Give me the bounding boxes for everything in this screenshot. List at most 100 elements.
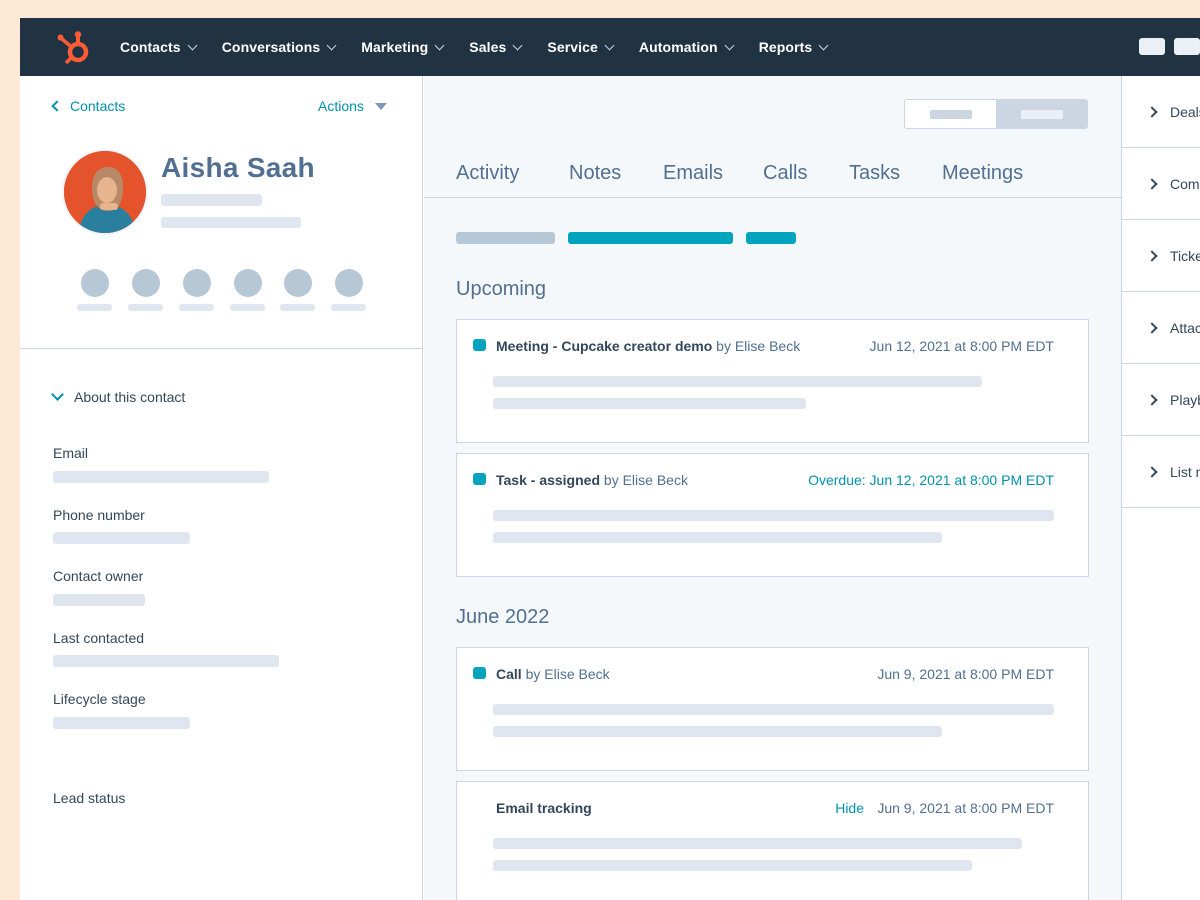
contact-detail-placeholder bbox=[161, 217, 301, 228]
view-toggle-option-selected[interactable] bbox=[996, 100, 1087, 128]
card-date: Jun 9, 2021 at 8:00 PM EDT bbox=[877, 666, 1054, 682]
sidebar-item-label: Attachments bbox=[1170, 319, 1200, 336]
task-icon bbox=[473, 473, 486, 485]
hide-link[interactable]: Hide bbox=[835, 800, 864, 816]
card-date: Jun 12, 2021 at 8:00 PM EDT bbox=[869, 338, 1054, 354]
sidebar-item-label: Playbooks bbox=[1170, 391, 1200, 408]
quick-action-button[interactable] bbox=[81, 269, 109, 297]
back-to-contacts-link[interactable]: Contacts bbox=[51, 98, 126, 114]
quick-action-label-placeholder bbox=[331, 304, 366, 311]
timeline-card-email-tracking[interactable]: Email tracking Hide Jun 9, 2021 at 8:00 … bbox=[456, 781, 1089, 900]
card-body-placeholder bbox=[493, 532, 942, 543]
sidebar-item-list-memberships[interactable]: List memberships bbox=[1122, 436, 1200, 508]
nav-conversations[interactable]: Conversations bbox=[222, 39, 337, 55]
quick-action-label-placeholder bbox=[179, 304, 214, 311]
nav-utility-button[interactable] bbox=[1139, 38, 1165, 55]
card-date: Jun 9, 2021 at 8:00 PM EDT bbox=[877, 800, 1054, 816]
nav-reports[interactable]: Reports bbox=[758, 39, 829, 55]
owner-value-placeholder[interactable] bbox=[53, 594, 145, 606]
nav-service[interactable]: Service bbox=[547, 39, 615, 55]
actions-dropdown[interactable]: Actions bbox=[318, 98, 387, 114]
nav-marketing[interactable]: Marketing bbox=[361, 39, 445, 55]
filter-chip-placeholder[interactable] bbox=[456, 232, 555, 244]
tab-notes[interactable]: Notes bbox=[569, 162, 621, 185]
nav-label: Sales bbox=[469, 39, 507, 55]
nav-automation[interactable]: Automation bbox=[638, 39, 735, 55]
quick-action-label-placeholder bbox=[128, 304, 163, 311]
quick-action-label-placeholder bbox=[230, 304, 265, 311]
chevron-left-icon bbox=[51, 100, 63, 112]
card-body-placeholder bbox=[493, 376, 982, 387]
nav-utility-button[interactable] bbox=[1174, 38, 1200, 55]
nav-label: Reports bbox=[758, 39, 813, 55]
email-value-placeholder[interactable] bbox=[53, 471, 269, 483]
sidebar-item-companies[interactable]: Companies bbox=[1122, 148, 1200, 220]
card-body-placeholder bbox=[493, 838, 1022, 849]
top-nav: Contacts Conversations Marketing Sales S… bbox=[20, 18, 1200, 76]
quick-action-button[interactable] bbox=[234, 269, 262, 297]
chevron-down-icon bbox=[434, 40, 445, 51]
nav-label: Service bbox=[547, 39, 598, 55]
card-title-text: Meeting - Cupcake creator demo bbox=[496, 338, 713, 354]
timeline-card-call[interactable]: Call by Elise Beck Jun 9, 2021 at 8:00 P… bbox=[456, 647, 1089, 771]
about-section-toggle[interactable]: About this contact bbox=[51, 388, 186, 405]
card-body-placeholder bbox=[493, 860, 972, 871]
tab-tasks[interactable]: Tasks bbox=[849, 162, 900, 185]
activity-tabs: Activity Notes Emails Calls Tasks Meetin… bbox=[424, 162, 1121, 198]
tab-meetings[interactable]: Meetings bbox=[942, 162, 1023, 185]
about-section-label: About this contact bbox=[74, 389, 186, 405]
contact-subtitle-placeholder bbox=[161, 194, 262, 206]
lifecycle-value-placeholder[interactable] bbox=[53, 717, 190, 729]
quick-action-button[interactable] bbox=[284, 269, 312, 297]
filter-chip-placeholder[interactable] bbox=[568, 232, 733, 244]
chevron-right-icon bbox=[1146, 393, 1158, 406]
field-label-owner: Contact owner bbox=[53, 568, 144, 584]
chevron-down-icon bbox=[818, 40, 829, 51]
card-body-placeholder bbox=[493, 704, 1054, 715]
nav-label: Marketing bbox=[361, 39, 429, 55]
quick-action-button[interactable] bbox=[132, 269, 160, 297]
card-author: by Elise Beck bbox=[716, 338, 801, 354]
card-body-placeholder bbox=[493, 510, 1054, 521]
last-contacted-value-placeholder[interactable] bbox=[53, 655, 279, 667]
activity-timeline: Activity Notes Emails Calls Tasks Meetin… bbox=[424, 76, 1121, 900]
tab-emails[interactable]: Emails bbox=[663, 162, 723, 185]
actions-label: Actions bbox=[318, 98, 364, 114]
field-label-lead-status: Lead status bbox=[53, 790, 126, 806]
tab-calls[interactable]: Calls bbox=[763, 162, 807, 185]
phone-value-placeholder[interactable] bbox=[53, 532, 190, 544]
sidebar-item-playbooks[interactable]: Playbooks bbox=[1122, 364, 1200, 436]
sidebar-item-attachments[interactable]: Attachments bbox=[1122, 292, 1200, 364]
nav-label: Automation bbox=[638, 39, 718, 55]
timeline-card-meeting[interactable]: Meeting - Cupcake creator demo by Elise … bbox=[456, 319, 1089, 443]
app-frame: Contacts Actions Aisha Saah About this c… bbox=[20, 76, 1200, 900]
sidebar-item-label: Companies bbox=[1170, 175, 1200, 192]
contact-sidebar: Contacts Actions Aisha Saah About this c… bbox=[20, 76, 423, 900]
back-link-label: Contacts bbox=[70, 98, 126, 114]
sidebar-item-tickets[interactable]: Tickets bbox=[1122, 220, 1200, 292]
quick-action-button[interactable] bbox=[335, 269, 363, 297]
tab-activity[interactable]: Activity bbox=[456, 162, 519, 185]
chevron-down-icon bbox=[187, 40, 198, 51]
hubspot-logo-icon[interactable] bbox=[54, 27, 94, 67]
chevron-down-icon bbox=[604, 40, 615, 51]
sidebar-item-deals[interactable]: Deals bbox=[1122, 76, 1200, 148]
nav-utility-group bbox=[1130, 38, 1200, 55]
field-label-last-contacted: Last contacted bbox=[53, 630, 145, 646]
contact-name: Aisha Saah bbox=[161, 152, 315, 183]
view-toggle-option[interactable] bbox=[905, 100, 996, 128]
chevron-right-icon bbox=[1146, 249, 1158, 262]
quick-action-label-placeholder bbox=[280, 304, 315, 311]
toggle-label-placeholder bbox=[1020, 109, 1063, 119]
quick-action-label-placeholder bbox=[77, 304, 112, 311]
timeline-card-task[interactable]: Task - assigned by Elise Beck Overdue: J… bbox=[456, 453, 1089, 577]
field-label-phone: Phone number bbox=[53, 507, 145, 523]
chevron-down-icon bbox=[51, 388, 64, 401]
card-title: Meeting - Cupcake creator demo by Elise … bbox=[496, 338, 800, 354]
filter-chip-placeholder[interactable] bbox=[746, 232, 796, 244]
quick-action-button[interactable] bbox=[183, 269, 211, 297]
nav-contacts[interactable]: Contacts bbox=[120, 39, 198, 55]
nav-sales[interactable]: Sales bbox=[469, 39, 523, 55]
caret-down-icon bbox=[374, 102, 387, 110]
sidebar-item-label: Tickets bbox=[1170, 247, 1200, 264]
